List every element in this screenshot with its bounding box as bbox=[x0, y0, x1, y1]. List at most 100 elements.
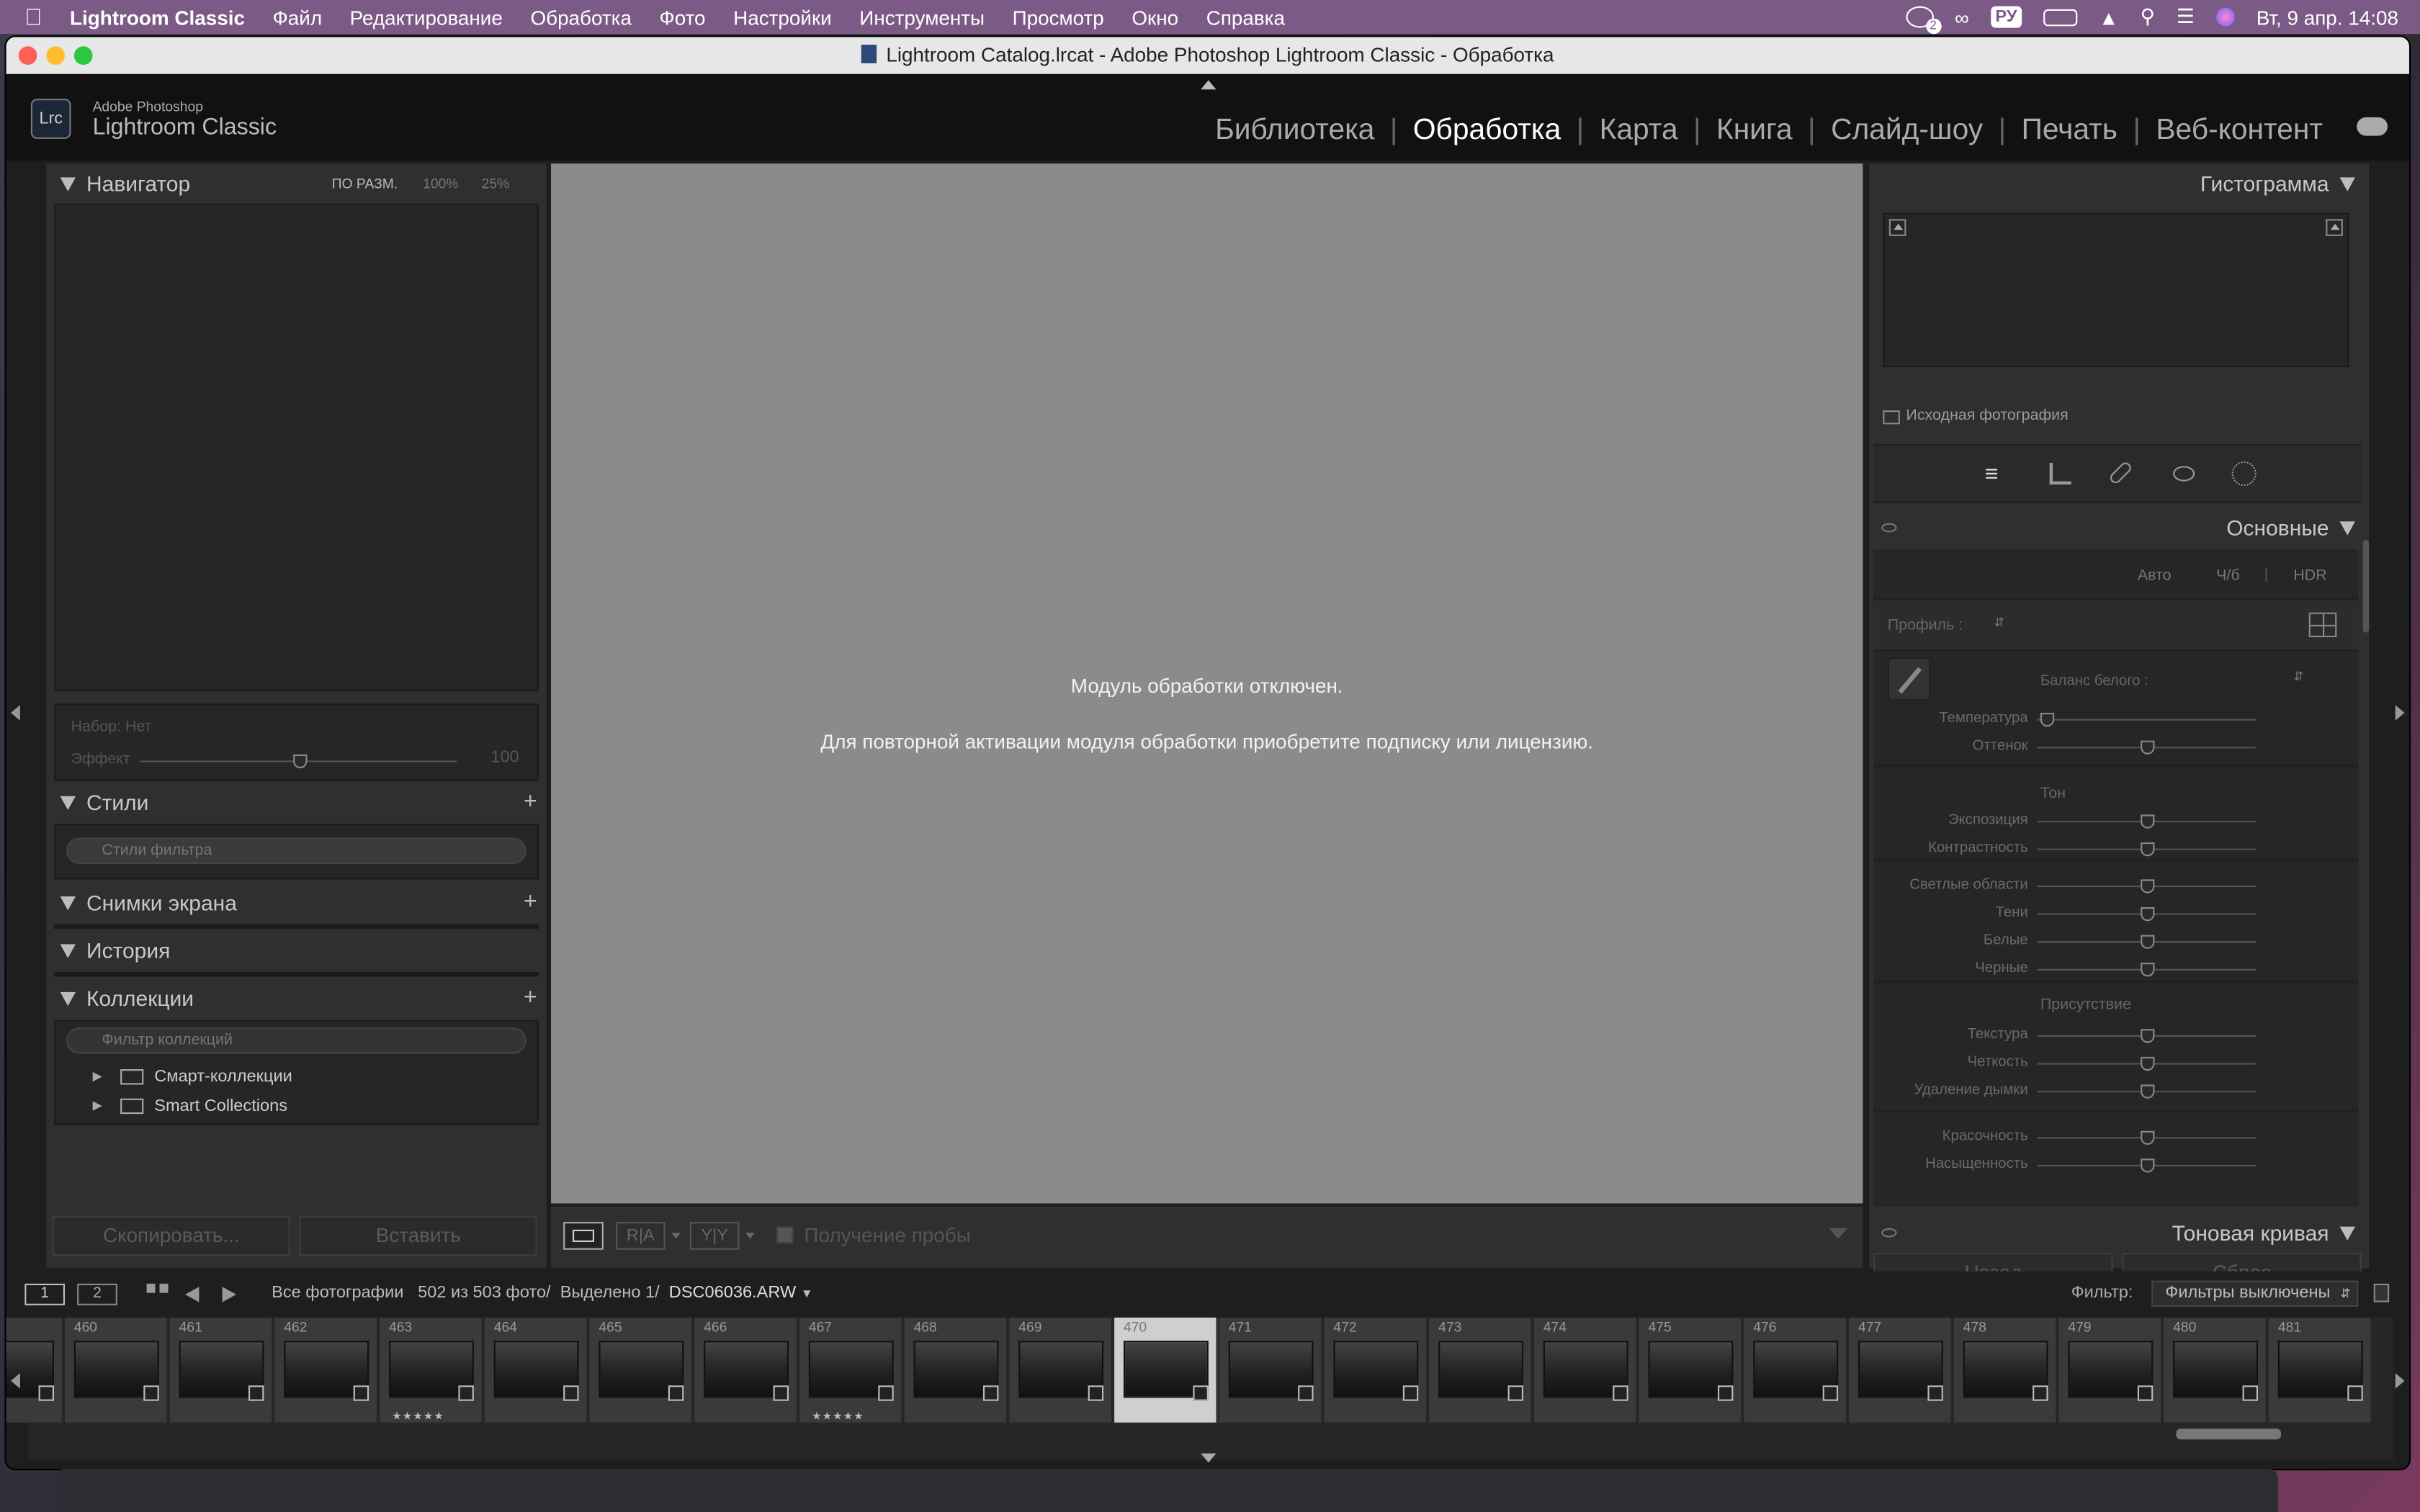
module-develop[interactable]: Обработка bbox=[1397, 114, 1576, 148]
wifi-icon[interactable]: ▲ bbox=[2099, 6, 2119, 29]
main-view[interactable]: Модуль обработки отключен. Для повторной… bbox=[551, 163, 1863, 1204]
menu-edit[interactable]: Редактирование bbox=[336, 6, 516, 29]
slider-thumb[interactable] bbox=[2141, 1084, 2155, 1099]
expand-icon[interactable]: ▶ bbox=[93, 1065, 102, 1089]
filmstrip-scrollbar[interactable] bbox=[2176, 1428, 2282, 1440]
slider-thumb[interactable] bbox=[2141, 740, 2155, 755]
white-balance-label[interactable]: Баланс белого : bbox=[2040, 672, 2148, 690]
source-dropdown-icon[interactable]: ▼ bbox=[801, 1287, 813, 1300]
filmstrip-thumbnail[interactable]: 474 bbox=[1534, 1318, 1638, 1423]
slider-thumb[interactable] bbox=[2141, 935, 2155, 949]
menu-app-name[interactable]: Lightroom Classic bbox=[56, 6, 259, 29]
module-library[interactable]: Библиотека bbox=[1200, 114, 1390, 148]
toolbar-options-icon[interactable] bbox=[1829, 1228, 1847, 1239]
cloud-sync-icon[interactable] bbox=[2357, 117, 2388, 136]
slider-thumb[interactable] bbox=[2141, 842, 2155, 857]
snapshots-header[interactable]: Снимки экрана + bbox=[46, 884, 546, 921]
navigator-header[interactable]: Навигатор ПО РАЗМ. 100% 25% bbox=[46, 165, 546, 202]
menu-window[interactable]: Окно bbox=[1118, 6, 1192, 29]
filmstrip-thumbnail[interactable]: 480 bbox=[2164, 1318, 2267, 1423]
slider-thumb[interactable] bbox=[2141, 1056, 2155, 1071]
module-print[interactable]: Печать bbox=[2006, 114, 2133, 148]
zoom-button[interactable] bbox=[73, 46, 93, 65]
zoom-25[interactable]: 25% bbox=[482, 165, 510, 202]
auto-button[interactable]: Авто bbox=[2138, 568, 2172, 585]
minimize-button[interactable] bbox=[46, 46, 65, 65]
collections-filter-input[interactable] bbox=[66, 1027, 526, 1054]
shadow-clipping-icon[interactable] bbox=[1888, 219, 1906, 236]
module-slideshow[interactable]: Слайд-шоу bbox=[1816, 114, 1999, 148]
top-panel-toggle-icon[interactable] bbox=[1201, 80, 1216, 90]
navigator-preview[interactable] bbox=[54, 203, 539, 691]
filmstrip-thumbnail[interactable]: 479 bbox=[2058, 1318, 2163, 1423]
filmstrip-thumbnail[interactable]: 466 bbox=[694, 1318, 798, 1423]
close-button[interactable] bbox=[18, 46, 37, 65]
history-header[interactable]: История bbox=[46, 932, 546, 968]
module-book[interactable]: Книга bbox=[1701, 114, 1808, 148]
filmstrip-thumbnail[interactable]: 462 bbox=[274, 1318, 378, 1423]
slider-thumb[interactable] bbox=[2141, 1029, 2155, 1043]
search-icon[interactable]: ⚲ bbox=[2141, 4, 2155, 29]
grid-view-icon[interactable] bbox=[146, 1283, 169, 1305]
filmstrip-source[interactable]: Все фотографии 502 из 503 фото/ Выделено… bbox=[272, 1284, 813, 1302]
screen-1-button[interactable]: 1 bbox=[24, 1283, 65, 1305]
back-arrow-icon[interactable] bbox=[185, 1287, 200, 1302]
styles-filter-input[interactable] bbox=[66, 837, 526, 864]
highlight-clipping-icon[interactable] bbox=[2326, 219, 2343, 236]
battery-icon[interactable] bbox=[2043, 8, 2077, 26]
basic-visibility-icon[interactable] bbox=[1881, 523, 1897, 533]
menu-view[interactable]: Просмотр bbox=[998, 6, 1118, 29]
filter-lock-icon[interactable] bbox=[2373, 1283, 2390, 1302]
apple-icon[interactable]:  bbox=[0, 4, 56, 30]
profile-label[interactable]: Профиль : bbox=[1888, 617, 1963, 634]
control-center-icon[interactable]: ☰ bbox=[2177, 4, 2195, 29]
edit-sliders-icon[interactable]: ≡ bbox=[1985, 463, 1999, 486]
slider-thumb[interactable] bbox=[2141, 1130, 2155, 1145]
before-after-swap-button[interactable]: Y|Y bbox=[689, 1222, 740, 1250]
siri-icon[interactable] bbox=[2215, 7, 2235, 27]
profile-browser-icon[interactable] bbox=[2308, 612, 2337, 637]
filmstrip-thumbnail[interactable]: 461 bbox=[169, 1318, 274, 1423]
module-web[interactable]: Веб-контент bbox=[2141, 114, 2338, 148]
menu-settings[interactable]: Настройки bbox=[720, 6, 846, 29]
white-balance-dropdown-icon[interactable]: ⇵ bbox=[2293, 670, 2303, 683]
slider-thumb[interactable] bbox=[2141, 814, 2155, 829]
filmstrip-thumbnail[interactable]: 460 bbox=[65, 1318, 169, 1423]
zoom-100[interactable]: 100% bbox=[423, 165, 458, 202]
add-snapshot-icon[interactable]: + bbox=[524, 884, 537, 921]
menu-tools[interactable]: Инструменты bbox=[846, 6, 998, 29]
collection-item[interactable]: ▶ Smart Collections bbox=[93, 1094, 525, 1118]
filmstrip-right-icon[interactable] bbox=[2395, 1373, 2405, 1389]
filmstrip-thumbnail[interactable]: 477 bbox=[1849, 1318, 1953, 1423]
menu-file[interactable]: Файл bbox=[259, 6, 336, 29]
menu-photo[interactable]: Фото bbox=[645, 6, 720, 29]
before-after-button[interactable]: R|A bbox=[616, 1222, 666, 1250]
clock[interactable]: Вт, 9 апр. 14:08 bbox=[2257, 6, 2398, 29]
left-panel-toggle-icon[interactable] bbox=[11, 705, 20, 721]
slider-track[interactable] bbox=[2037, 719, 2257, 721]
module-map[interactable]: Карта bbox=[1584, 114, 1693, 148]
styles-header[interactable]: Стили + bbox=[46, 784, 546, 821]
expand-icon[interactable]: ▶ bbox=[93, 1094, 102, 1118]
screen-2-button[interactable]: 2 bbox=[77, 1283, 117, 1305]
right-scrollbar[interactable] bbox=[2362, 540, 2370, 633]
menu-develop[interactable]: Обработка bbox=[516, 6, 645, 29]
add-style-icon[interactable]: + bbox=[524, 784, 537, 821]
filmstrip-left-icon[interactable] bbox=[11, 1373, 20, 1389]
bw-button[interactable]: Ч/б bbox=[2216, 568, 2240, 585]
bottom-panel-toggle-icon[interactable] bbox=[1201, 1453, 1216, 1463]
slider-thumb[interactable] bbox=[2141, 963, 2155, 977]
filmstrip-thumbnail[interactable]: 465 bbox=[589, 1318, 694, 1423]
loupe-view-icon[interactable] bbox=[563, 1222, 604, 1250]
filmstrip-thumbnail[interactable]: 471 bbox=[1219, 1318, 1323, 1423]
filmstrip-thumbnail[interactable]: 467 ★★★★★ bbox=[799, 1318, 903, 1423]
filmstrip-thumbnail[interactable]: 481 bbox=[2269, 1318, 2372, 1423]
profile-dropdown-icon[interactable]: ⇵ bbox=[1994, 616, 2004, 629]
crop-icon[interactable] bbox=[2049, 462, 2071, 485]
filmstrip-thumbnail[interactable]: 475 bbox=[1639, 1318, 1743, 1423]
tone-curve-visibility-icon[interactable] bbox=[1881, 1228, 1897, 1238]
basic-header[interactable]: Основные bbox=[1869, 509, 2369, 546]
before-after-dropdown-icon[interactable] bbox=[671, 1233, 681, 1239]
filmstrip-thumbnail[interactable]: 478 bbox=[1953, 1318, 2058, 1423]
soft-proofing-checkbox[interactable] bbox=[776, 1226, 794, 1244]
